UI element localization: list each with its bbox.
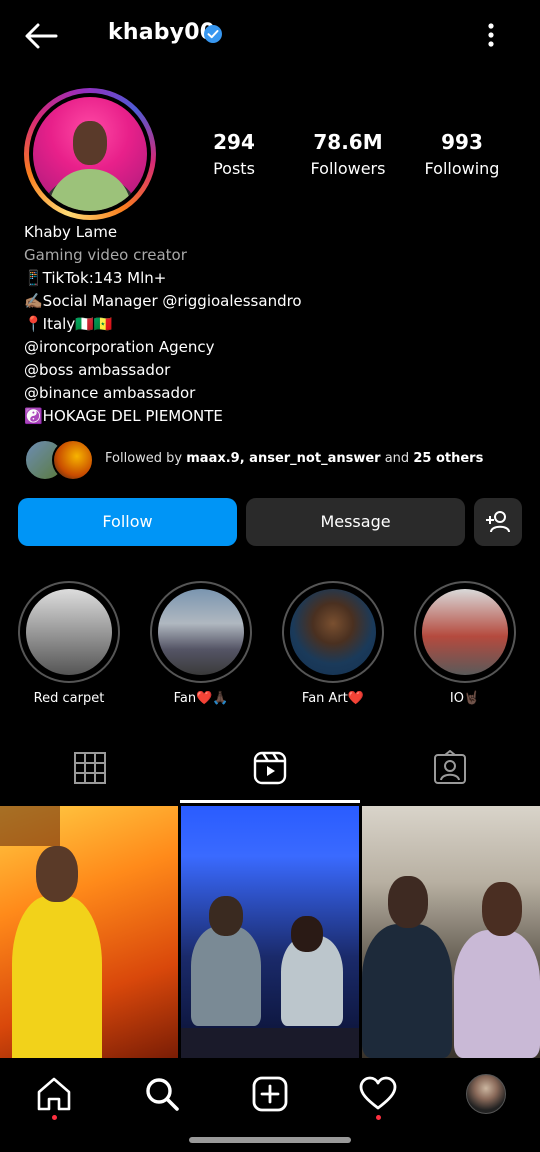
reels-icon	[253, 751, 287, 785]
profile-username: khaby00	[108, 20, 216, 45]
verified-badge-icon	[203, 24, 223, 44]
tab-tagged[interactable]	[360, 740, 540, 804]
nav-activity[interactable]	[358, 1074, 398, 1120]
highlight-cover	[290, 589, 376, 675]
system-home-indicator[interactable]	[189, 1137, 351, 1143]
top-bar: khaby00	[0, 0, 540, 70]
follow-button[interactable]: Follow	[18, 498, 237, 546]
bio-line[interactable]: @boss ambassador	[24, 359, 524, 382]
highlight-label: Red carpet	[33, 691, 105, 706]
content-tabs	[0, 740, 540, 804]
story-highlight[interactable]: Fan❤️🙏🏿	[150, 581, 252, 706]
create-post-icon	[252, 1076, 288, 1112]
home-notification-dot	[51, 1115, 57, 1120]
add-person-icon	[486, 511, 510, 533]
nav-create[interactable]	[250, 1074, 290, 1114]
highlight-label: Fan❤️🙏🏿	[173, 691, 229, 706]
reel-thumbnail[interactable]	[0, 806, 178, 1058]
story-highlight[interactable]: Fan Art❤️	[282, 581, 384, 706]
followers-stat[interactable]: 78.6M Followers	[300, 130, 396, 178]
followed-by-row[interactable]: Followed by maax.9, anser_not_answer and…	[24, 439, 524, 481]
highlight-cover	[422, 589, 508, 675]
heart-icon	[359, 1076, 397, 1110]
bio-line: 📱TikTok:143 Mln+	[24, 269, 167, 287]
highlight-label: Fan Art❤️	[301, 691, 365, 706]
avatar-photo	[33, 97, 147, 211]
tab-posts-grid[interactable]	[0, 740, 180, 804]
nav-profile-avatar[interactable]	[466, 1074, 506, 1114]
followers-label: Followers	[310, 159, 386, 178]
highlight-cover	[26, 589, 112, 675]
grid-icon	[74, 752, 106, 784]
highlight-label: IO🤘🏿	[449, 691, 481, 706]
active-tab-indicator	[180, 800, 360, 803]
following-stat[interactable]: 993 Following	[420, 130, 504, 178]
profile-bio: Khaby Lame Gaming video creator 📱TikTok:…	[24, 221, 524, 428]
bio-line: ☯️HOKAGE DEL PIEMONTE	[24, 407, 223, 425]
tab-reels[interactable]	[180, 740, 360, 804]
bio-line: 📍Italy🇮🇹🇸🇳	[24, 315, 113, 333]
story-highlight[interactable]: Red carpet	[18, 581, 120, 706]
reel-thumbnail[interactable]	[362, 806, 540, 1058]
following-count: 993	[441, 130, 483, 154]
highlight-cover	[158, 589, 244, 675]
nav-home[interactable]	[34, 1074, 74, 1120]
followed-by-text: Followed by maax.9, anser_not_answer and…	[105, 451, 484, 466]
posts-stat[interactable]: 294 Posts	[198, 130, 270, 178]
tagged-person-icon	[434, 750, 466, 784]
home-icon	[37, 1077, 71, 1111]
profile-name: Khaby Lame	[24, 223, 118, 241]
follower-avatar	[52, 439, 94, 481]
story-highlight[interactable]: IO🤘🏿	[414, 581, 516, 706]
following-label: Following	[424, 159, 500, 178]
profile-avatar[interactable]	[24, 88, 156, 220]
profile-category: Gaming video creator	[24, 246, 187, 264]
more-options-icon[interactable]	[480, 20, 502, 50]
bio-line[interactable]: ✍🏽Social Manager @riggioalessandro	[24, 290, 524, 313]
bio-line[interactable]: @binance ambassador	[24, 382, 524, 405]
search-icon	[146, 1078, 179, 1111]
followers-count: 78.6M	[313, 130, 383, 154]
suggested-accounts-button[interactable]	[474, 498, 522, 546]
posts-label: Posts	[213, 159, 255, 178]
nav-search[interactable]	[142, 1074, 182, 1114]
message-button[interactable]: Message	[246, 498, 465, 546]
back-arrow-icon[interactable]	[22, 20, 62, 52]
activity-notification-dot	[375, 1115, 381, 1120]
reel-thumbnail[interactable]	[181, 806, 359, 1058]
posts-count: 294	[213, 130, 255, 154]
bio-line[interactable]: @ironcorporation Agency	[24, 336, 524, 359]
